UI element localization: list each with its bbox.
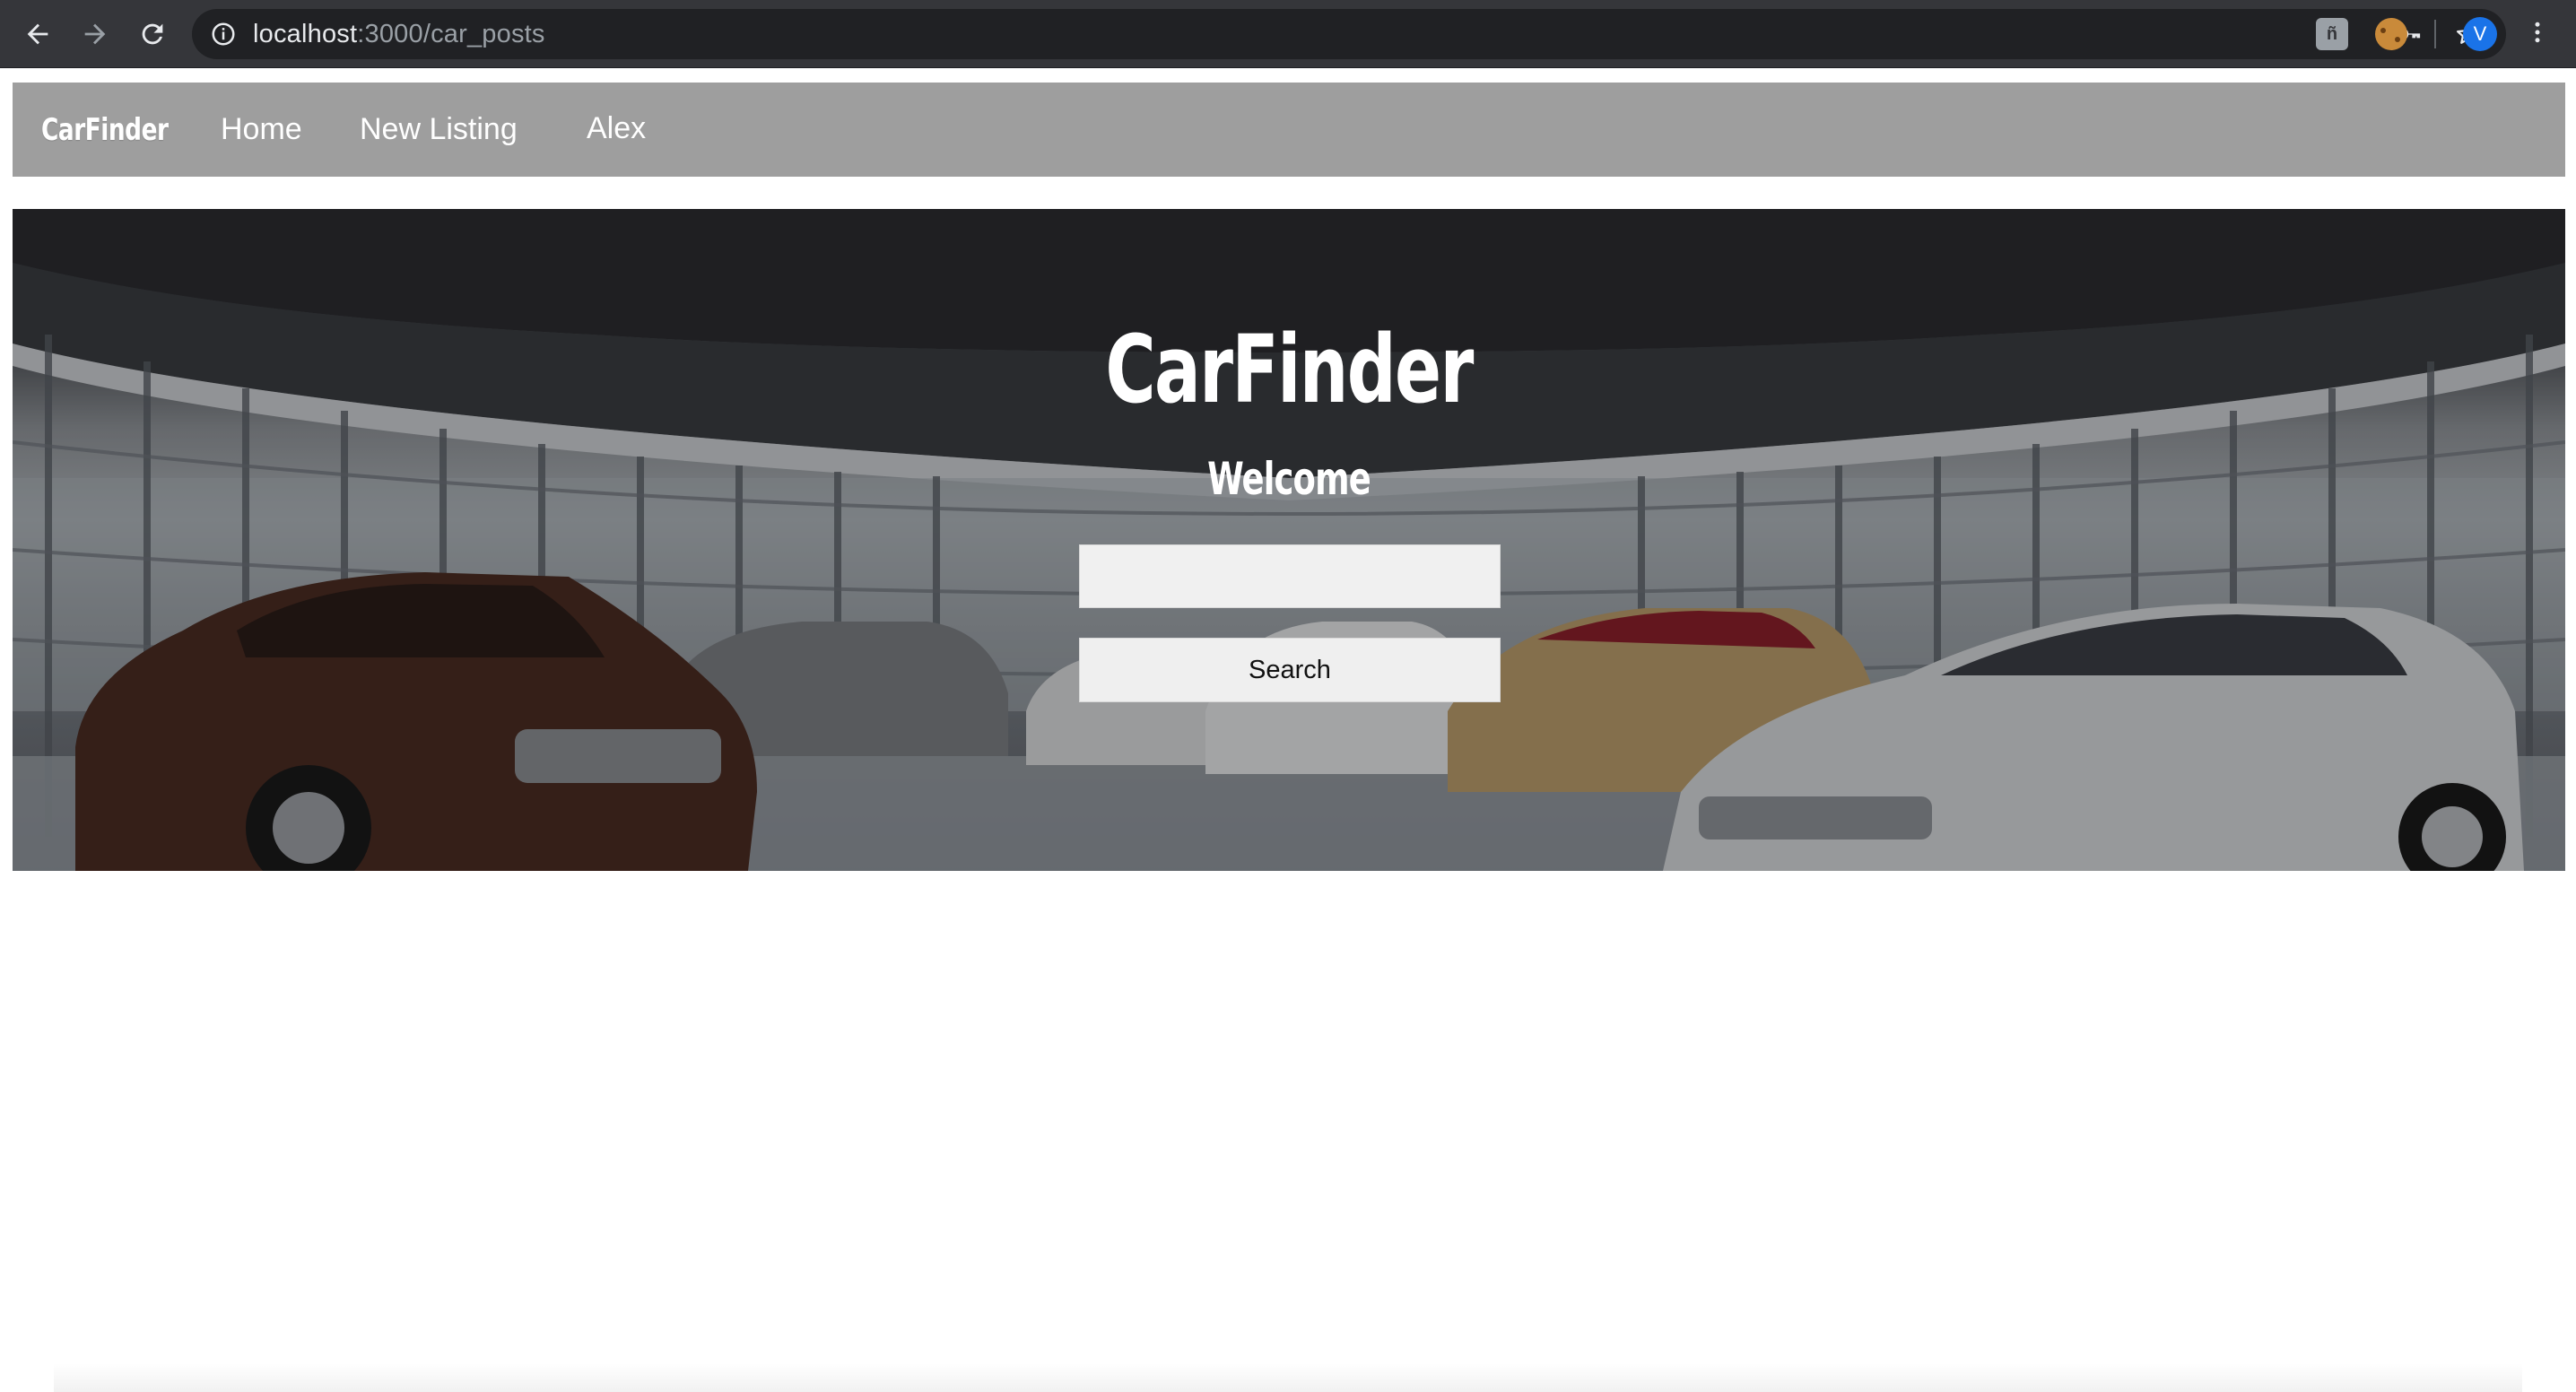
back-button[interactable]	[18, 14, 57, 54]
hero-banner: CarFinder Welcome Search	[13, 209, 2565, 871]
address-bar[interactable]: localhost:3000/car_posts	[192, 9, 2506, 59]
info-icon[interactable]	[210, 21, 237, 48]
cookie-icon[interactable]	[2375, 18, 2407, 50]
hero-subtitle: Welcome	[1207, 453, 1371, 505]
toolbar-divider	[2434, 20, 2436, 48]
reload-icon	[142, 23, 163, 44]
kebab-icon	[2535, 22, 2540, 42]
profile-avatar[interactable]: V	[2463, 17, 2497, 51]
search-input[interactable]	[1079, 544, 1501, 608]
browser-toolbar: localhost:3000/car_posts ñ V	[0, 0, 2576, 68]
url-path: :3000/car_posts	[357, 19, 545, 48]
nav-link-user[interactable]: Alex	[587, 111, 646, 146]
reload-button[interactable]	[133, 14, 172, 54]
hero-dim-overlay	[13, 209, 2565, 871]
search-button[interactable]: Search	[1079, 638, 1501, 702]
extension-icon[interactable]: ñ	[2316, 18, 2348, 50]
nav-link-home[interactable]: Home	[221, 112, 302, 147]
hero-title: CarFinder	[1105, 315, 1474, 424]
forward-button[interactable]	[75, 14, 115, 54]
extension-label: ñ	[2326, 23, 2338, 44]
nav-link-new-listing[interactable]: New Listing	[360, 112, 518, 147]
url-text[interactable]: localhost:3000/car_posts	[253, 20, 545, 49]
extensions-area: ñ V	[2316, 13, 2551, 56]
profile-initial: V	[2473, 22, 2487, 45]
page-bottom-shadow	[54, 1363, 2522, 1392]
site-navbar: CarFinder Home New Listing Alex	[13, 83, 2565, 177]
arrow-right-icon	[84, 23, 106, 44]
url-host: localhost	[253, 19, 358, 48]
arrow-left-icon	[27, 23, 48, 44]
menu-button[interactable]	[2524, 19, 2551, 50]
brand-logo[interactable]: CarFinder	[41, 112, 169, 148]
